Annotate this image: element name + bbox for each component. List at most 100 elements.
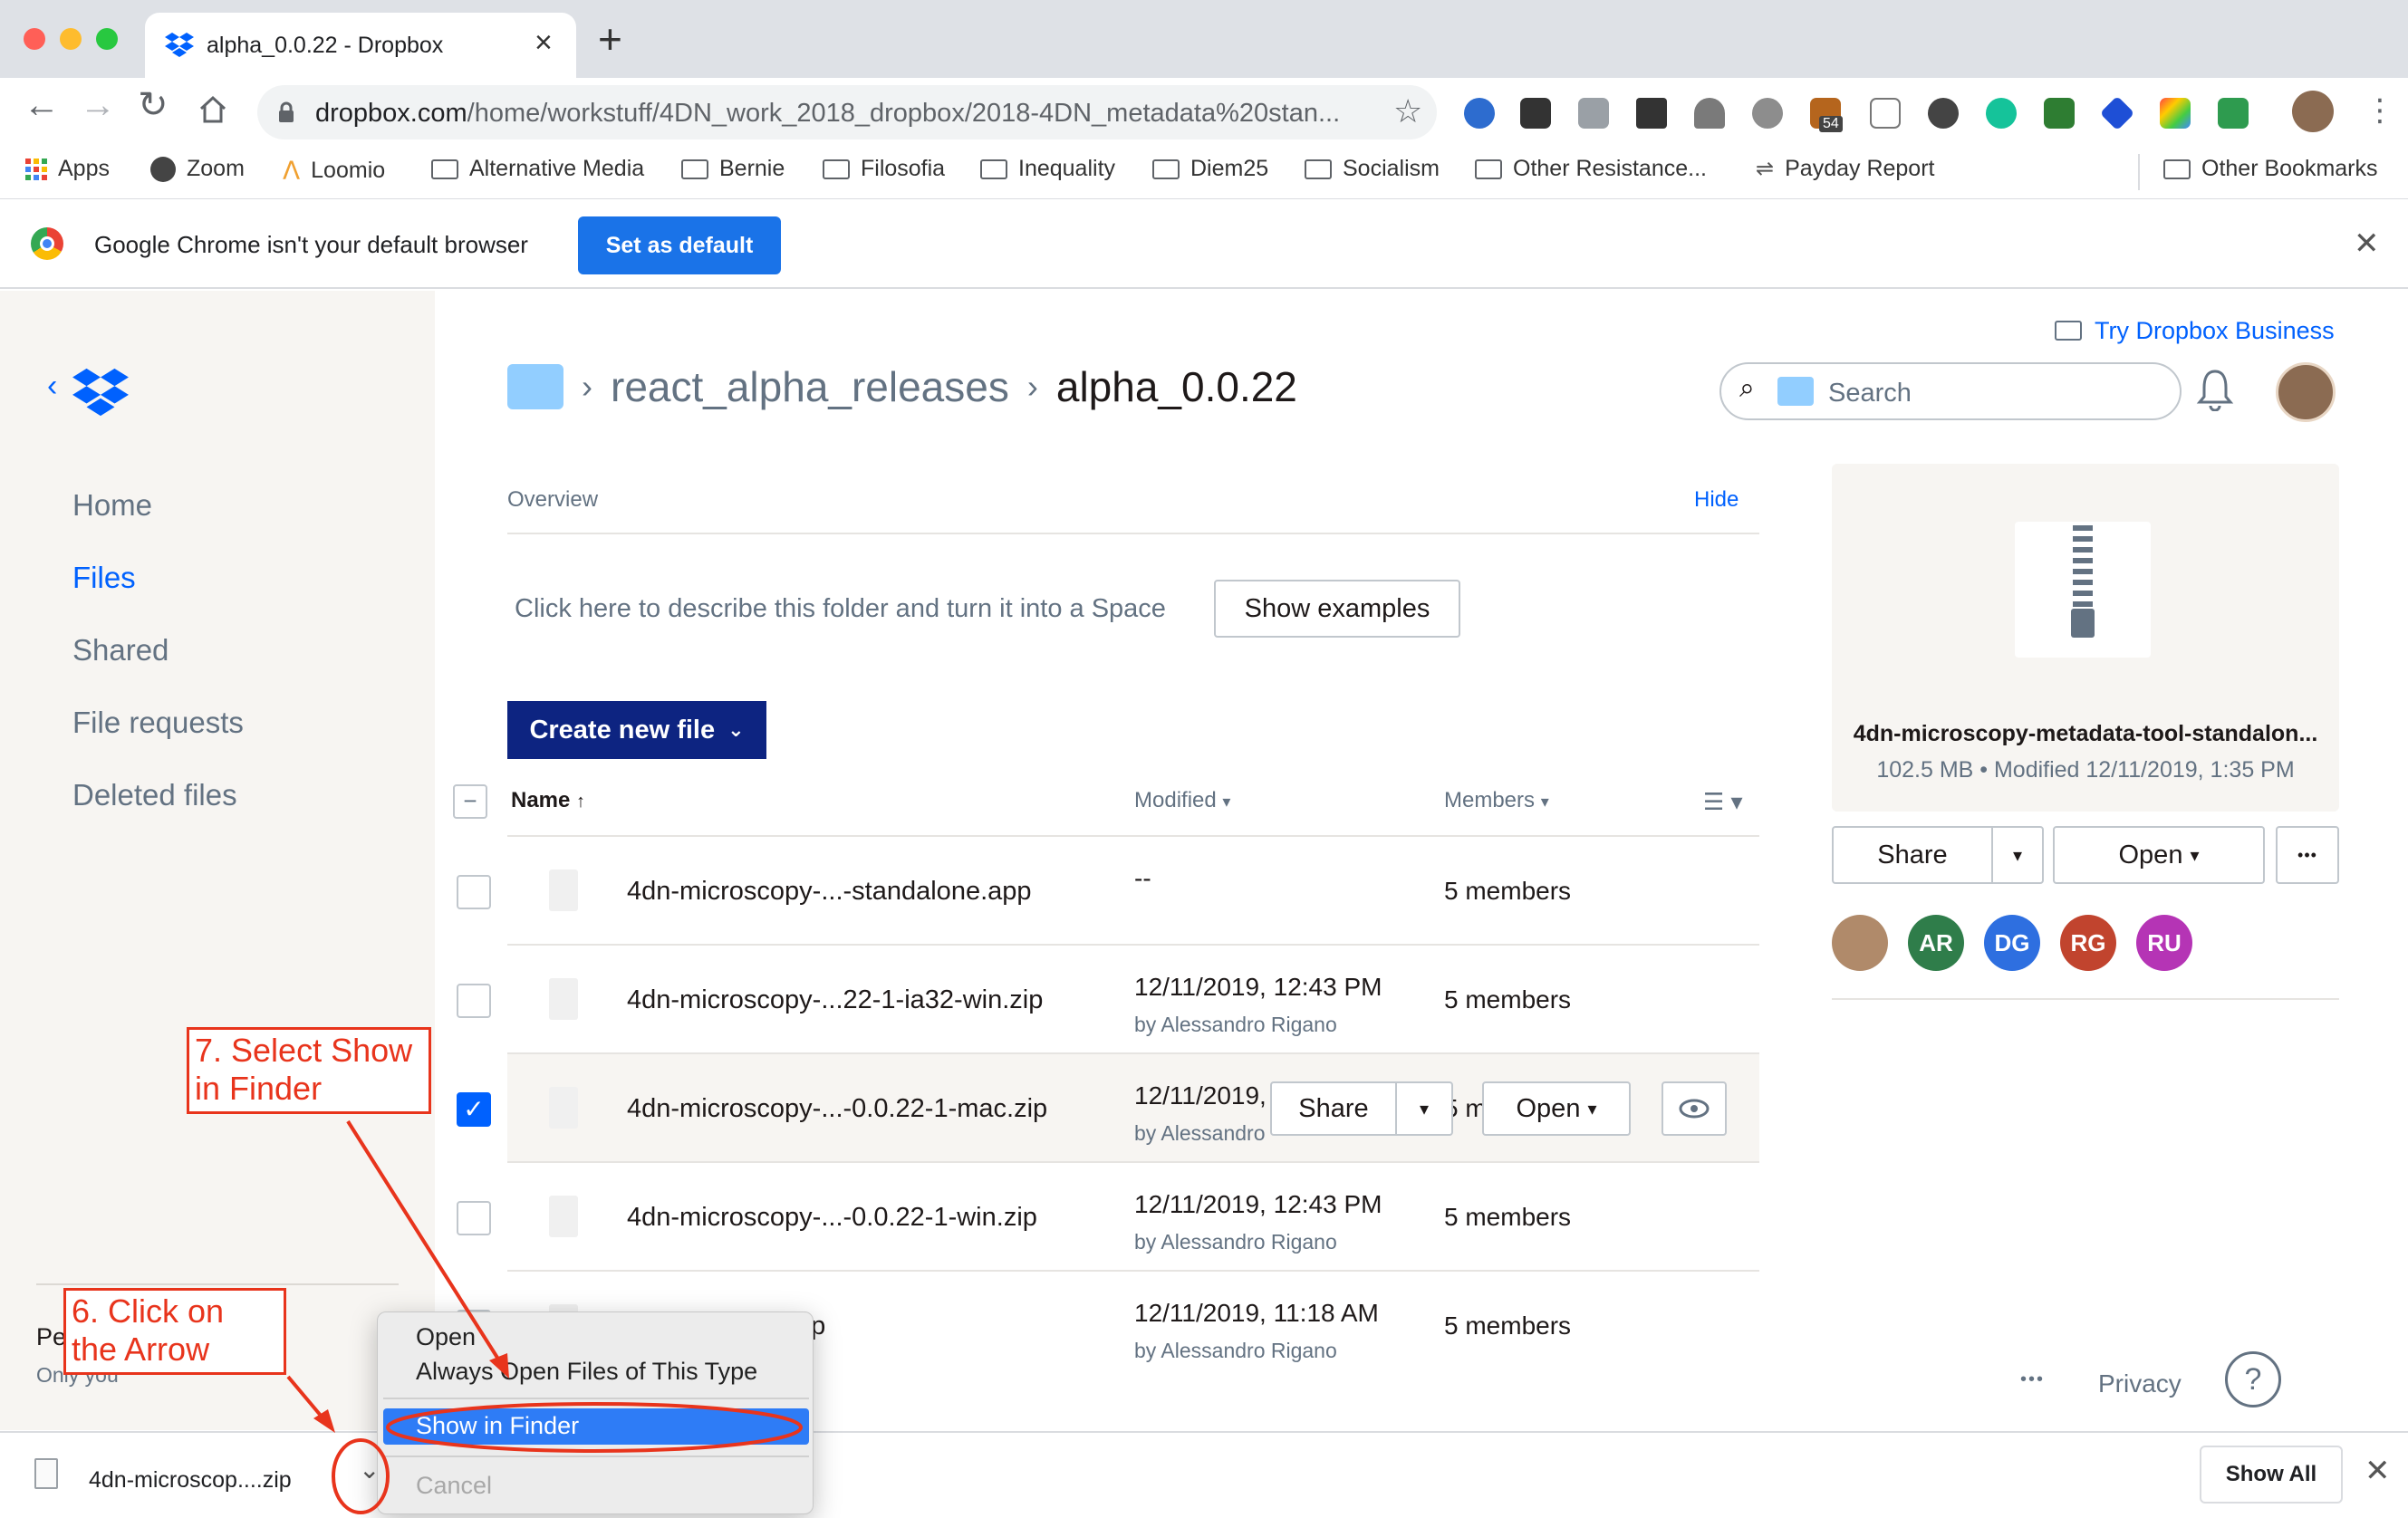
- menu-item-always-open[interactable]: Always Open Files of This Type: [416, 1358, 757, 1386]
- file-name[interactable]: 4dn-microscopy-...-0.0.22-1-mac.zip: [627, 1094, 1047, 1124]
- sidebar-item-deleted-files[interactable]: Deleted files: [72, 778, 237, 812]
- row-share-dropdown-icon[interactable]: ▾: [1395, 1081, 1453, 1136]
- dropbox-logo-icon[interactable]: [71, 365, 130, 418]
- bookmark-apps[interactable]: Apps: [25, 156, 110, 182]
- extension-diamond-icon[interactable]: [2099, 95, 2135, 131]
- row-checkbox[interactable]: [457, 875, 491, 909]
- preview-share-button[interactable]: Share: [1832, 826, 1993, 884]
- extension-globe-icon[interactable]: [1464, 98, 1495, 129]
- row-share-button[interactable]: Share: [1270, 1081, 1397, 1136]
- profile-avatar[interactable]: [2292, 91, 2334, 132]
- table-row[interactable]: 4dn-microscopy-...-0.0.22-1-win.zip 12/11…: [457, 1163, 1759, 1272]
- sidebar-item-shared[interactable]: Shared: [72, 633, 169, 668]
- select-all-checkbox[interactable]: −: [453, 784, 487, 819]
- bookmark-diem25[interactable]: Diem25: [1152, 156, 1268, 182]
- tab-close-icon[interactable]: ×: [535, 25, 553, 61]
- hide-overview-link[interactable]: Hide: [1694, 487, 1739, 513]
- bookmark-star-icon[interactable]: ☆: [1393, 92, 1422, 130]
- member-avatar[interactable]: [1832, 915, 1888, 971]
- extension-r-icon[interactable]: [2218, 98, 2249, 129]
- infobar-close-icon[interactable]: ✕: [2354, 226, 2380, 262]
- zoom-window-button[interactable]: [96, 28, 118, 50]
- create-new-file-button[interactable]: Create new file ⌄: [507, 701, 766, 759]
- notifications-bell-icon[interactable]: [2196, 368, 2234, 411]
- browser-tab[interactable]: alpha_0.0.22 - Dropbox ×: [145, 13, 576, 78]
- view-options-icon[interactable]: ☰ ▾: [1703, 788, 1743, 816]
- preview-more-button[interactable]: •••: [2276, 826, 2339, 884]
- file-name[interactable]: 4dn-microscopy-...-0.0.22-1-win.zip: [627, 1203, 1037, 1233]
- extension-db-icon[interactable]: [1752, 98, 1783, 129]
- shelf-close-icon[interactable]: ✕: [2365, 1453, 2391, 1489]
- footer-more-button[interactable]: •••: [2020, 1369, 2045, 1390]
- menu-item-show-in-finder[interactable]: Show in Finder: [383, 1408, 809, 1445]
- bookmark-zoom[interactable]: Zoom: [150, 156, 245, 182]
- extension-bear-icon[interactable]: 54: [1810, 98, 1843, 132]
- new-tab-icon[interactable]: +: [598, 18, 622, 60]
- extension-grammarly-icon[interactable]: [1986, 98, 2017, 129]
- address-bar[interactable]: dropbox.com/home/workstuff/4DN_work_2018…: [257, 85, 1437, 139]
- row-preview-eye-icon[interactable]: [1662, 1081, 1727, 1136]
- extension-ghost-icon[interactable]: [1694, 98, 1725, 129]
- member-avatar[interactable]: RU: [2136, 915, 2192, 971]
- row-checkbox[interactable]: [457, 1201, 491, 1235]
- collapse-sidebar-icon[interactable]: ‹: [47, 369, 57, 404]
- user-avatar[interactable]: [2276, 362, 2336, 422]
- help-button[interactable]: ?: [2225, 1351, 2281, 1408]
- describe-folder-prompt[interactable]: Click here to describe this folder and t…: [515, 594, 1166, 624]
- table-row[interactable]: 4dn-microscopy-...22-1-ia32-win.zip 12/11…: [457, 946, 1759, 1054]
- menu-separator: [383, 1456, 809, 1457]
- row-open-button[interactable]: Open ▾: [1482, 1081, 1631, 1136]
- bookmark-bernie[interactable]: Bernie: [681, 156, 785, 182]
- sidebar-item-file-requests[interactable]: File requests: [72, 706, 244, 740]
- preview-share-dropdown-icon[interactable]: ▾: [1991, 826, 2044, 884]
- extension-doc-icon[interactable]: [1870, 98, 1901, 129]
- bookmark-filosofia[interactable]: Filosofia: [823, 156, 945, 182]
- sidebar-item-home[interactable]: Home: [72, 488, 152, 523]
- back-icon[interactable]: ←: [24, 87, 60, 123]
- row-open-label: Open: [1516, 1093, 1581, 1123]
- chrome-menu-icon[interactable]: ⋮: [2365, 92, 2395, 129]
- file-name[interactable]: 4dn-microscopy-...-standalone.app: [627, 877, 1032, 907]
- bookmark-payday-report[interactable]: ⇌ Payday Report: [1756, 156, 1934, 182]
- member-avatar[interactable]: AR: [1908, 915, 1964, 971]
- column-header-modified[interactable]: Modified ▾: [1134, 788, 1230, 813]
- column-header-name[interactable]: Name ↑: [511, 788, 585, 813]
- column-header-members[interactable]: Members ▾: [1444, 788, 1549, 813]
- privacy-link[interactable]: Privacy: [2098, 1369, 2182, 1398]
- row-checkbox[interactable]: ✓: [457, 1092, 491, 1127]
- extension-circle-icon[interactable]: [1928, 98, 1959, 129]
- preview-file-meta: 102.5 MB • Modified 12/11/2019, 1:35 PM: [1876, 757, 2295, 783]
- menu-item-open[interactable]: Open: [416, 1323, 476, 1351]
- bookmark-alternative-media[interactable]: Alternative Media: [431, 156, 644, 182]
- bookmark-other-resistance[interactable]: Other Resistance...: [1475, 156, 1707, 182]
- forward-icon[interactable]: →: [80, 87, 116, 123]
- show-all-downloads-button[interactable]: Show All: [2200, 1446, 2343, 1504]
- extension-p-icon[interactable]: [1636, 98, 1667, 129]
- breadcrumb-parent[interactable]: react_alpha_releases: [611, 362, 1009, 411]
- set-as-default-button[interactable]: Set as default: [578, 216, 781, 274]
- file-preview-card[interactable]: 4dn-microscopy-metadata-tool-standalon..…: [1832, 464, 2339, 812]
- preview-open-button[interactable]: Open ▾: [2053, 826, 2265, 884]
- show-examples-button[interactable]: Show examples: [1214, 580, 1460, 638]
- search-input[interactable]: ⌕ Search: [1719, 362, 2182, 420]
- extension-chat-icon[interactable]: [1578, 98, 1609, 129]
- sidebar-item-files[interactable]: Files: [72, 561, 136, 595]
- home-icon[interactable]: [197, 94, 228, 125]
- bookmark-socialism[interactable]: Socialism: [1305, 156, 1440, 182]
- bookmark-inequality[interactable]: Inequality: [980, 156, 1115, 182]
- extension-bank-icon[interactable]: [1520, 98, 1551, 129]
- extension-color-icon[interactable]: [2160, 98, 2191, 129]
- member-avatar[interactable]: DG: [1984, 915, 2040, 971]
- close-window-button[interactable]: [24, 28, 45, 50]
- reload-icon[interactable]: ↻: [138, 87, 169, 123]
- table-row[interactable]: 4dn-microscopy-...-standalone.app -- 5 mem…: [457, 837, 1759, 946]
- download-file-name[interactable]: 4dn-microscop....zip: [89, 1467, 292, 1494]
- bookmark-other-bookmarks[interactable]: Other Bookmarks: [2163, 156, 2378, 182]
- member-avatar[interactable]: RG: [2060, 915, 2116, 971]
- extension-leaf-icon[interactable]: [2044, 98, 2075, 129]
- row-checkbox[interactable]: [457, 984, 491, 1018]
- bookmark-loomio[interactable]: ᐱ Loomio: [283, 156, 385, 186]
- file-name[interactable]: 4dn-microscopy-...22-1-ia32-win.zip: [627, 985, 1043, 1015]
- try-dropbox-business-link[interactable]: Try Dropbox Business: [2055, 317, 2335, 345]
- minimize-window-button[interactable]: [60, 28, 82, 50]
